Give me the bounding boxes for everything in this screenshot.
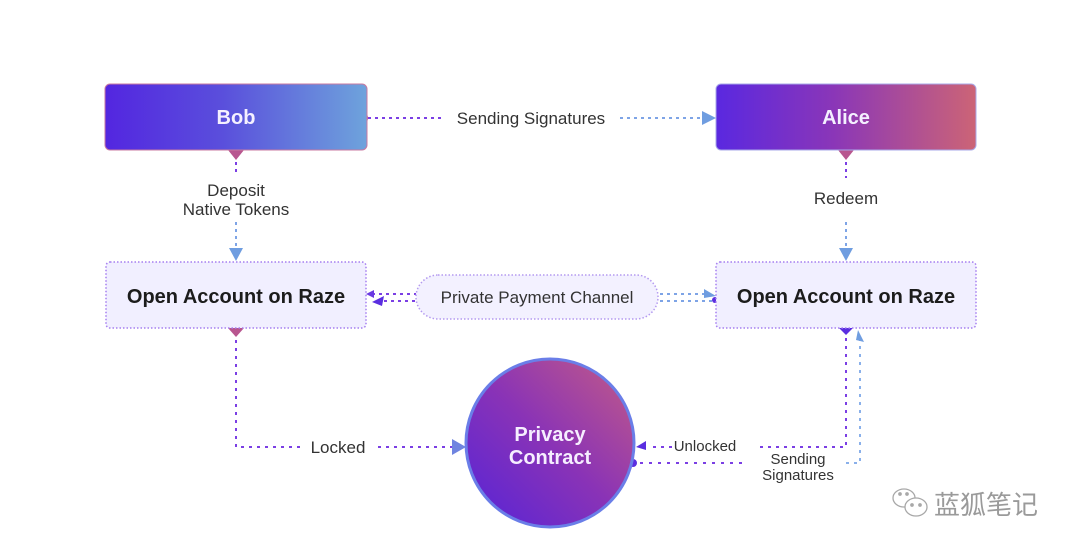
node-alice-account-label: Open Account on Raze <box>737 286 955 308</box>
edge-redeem: Redeem <box>814 150 878 261</box>
node-privacy-contract[interactable]: Privacy Contract <box>464 357 636 529</box>
edge-locked: Locked <box>228 328 466 457</box>
edge-label-deposit: Deposit <box>207 181 265 200</box>
arrowhead-icon <box>856 330 864 342</box>
node-bob-account-label: Open Account on Raze <box>127 286 345 308</box>
watermark: 蓝狐笔记 <box>892 488 1038 521</box>
edge-label-unlocked: Unlocked <box>674 438 737 455</box>
flow-diagram: Sending Signatures Deposit Native Tokens… <box>104 83 1038 529</box>
node-bob-account[interactable]: Open Account on Raze <box>105 261 367 329</box>
connector-icon <box>228 328 244 337</box>
connector-icon <box>228 150 244 160</box>
node-alice-account[interactable]: Open Account on Raze <box>715 261 977 329</box>
edge-deposit: Deposit Native Tokens <box>183 150 289 261</box>
edge-label-signatures: Signatures <box>762 467 834 484</box>
node-payment-channel-label: Private Payment Channel <box>441 288 634 307</box>
node-alice[interactable]: Alice <box>715 83 977 151</box>
edge-label-sending-signatures: Sending Signatures <box>457 109 605 128</box>
edge-label-native-tokens: Native Tokens <box>183 200 289 219</box>
edge-label-sending: Sending <box>770 451 825 468</box>
edge-label-redeem: Redeem <box>814 189 878 208</box>
edge-unlocked: Unlocked <box>636 327 854 455</box>
watermark-text: 蓝狐笔记 <box>934 491 1038 521</box>
arrowhead-icon <box>366 290 374 298</box>
node-bob-label: Bob <box>217 107 256 129</box>
node-alice-label: Alice <box>822 107 870 129</box>
arrowhead-icon <box>452 439 466 455</box>
arrowhead-icon <box>636 441 646 450</box>
edge-bob-to-alice: Sending Signatures <box>364 109 716 128</box>
arrowhead-icon <box>839 248 853 261</box>
node-bob[interactable]: Bob <box>104 83 368 151</box>
connector-icon <box>838 150 854 160</box>
arrowhead-icon <box>702 111 716 125</box>
edge-label-locked: Locked <box>311 438 366 457</box>
node-contract-label-line2: Contract <box>509 447 592 469</box>
wechat-icon <box>892 488 928 517</box>
arrowhead-icon <box>229 248 243 261</box>
arrowhead-icon <box>704 289 716 298</box>
edge-contract-sending-signatures: Sending Signatures <box>629 330 864 484</box>
node-contract-label-line1: Privacy <box>514 424 586 446</box>
node-payment-channel[interactable]: Private Payment Channel <box>415 274 659 320</box>
